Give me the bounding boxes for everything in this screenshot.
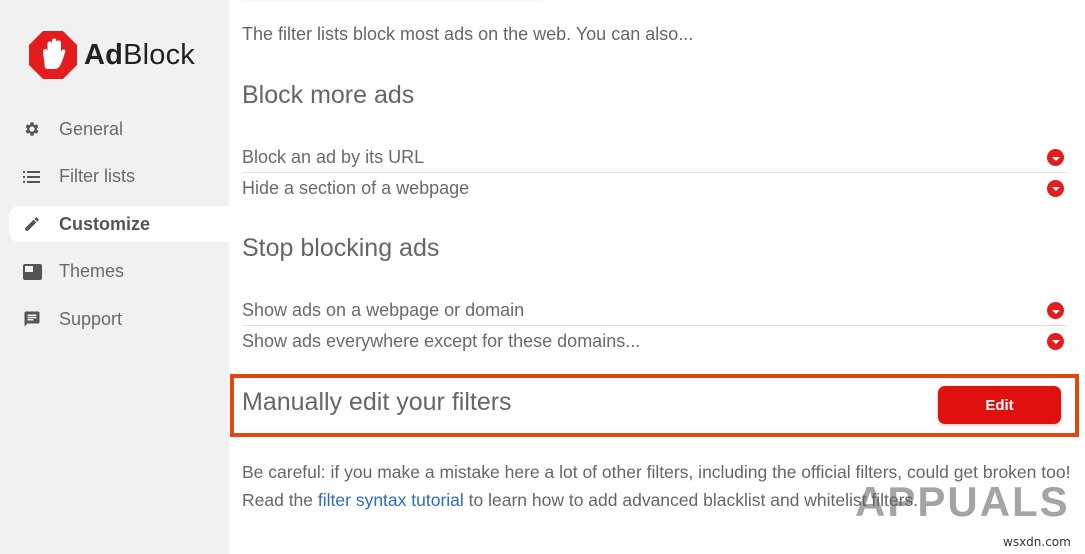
gear-icon — [22, 119, 42, 139]
themes-icon — [22, 262, 42, 282]
chevron-down-icon[interactable] — [1047, 302, 1064, 319]
chevron-down-icon[interactable] — [1047, 332, 1064, 350]
sidebar-item-filter-lists[interactable]: Filter lists — [9, 159, 229, 195]
brand-name: AdBlock — [84, 38, 195, 71]
chevron-down-icon[interactable] — [1047, 179, 1064, 197]
sidebar: AdBlock General Filter lists Customize T… — [0, 0, 229, 554]
edit-filters-button[interactable]: Edit — [938, 386, 1061, 424]
sidebar-item-themes[interactable]: Themes — [9, 254, 229, 290]
cutoff-header — [242, 0, 542, 2]
sidebar-nav: General Filter lists Customize Themes Su… — [9, 111, 229, 349]
row-label: Show ads on a webpage or domain — [242, 300, 525, 320]
intro-text: The filter lists block most ads on the w… — [242, 24, 694, 44]
hide-section-row[interactable]: Hide a section of a webpage — [242, 173, 1066, 203]
sidebar-item-general[interactable]: General — [9, 111, 229, 147]
show-ads-on-domain-row[interactable]: Show ads on a webpage or domain — [242, 296, 1066, 326]
row-label: Block an ad by its URL — [242, 147, 425, 167]
watermark-domain: wsxdn.com — [1003, 535, 1071, 549]
block-more-ads-heading: Block more ads — [242, 81, 415, 109]
list-icon — [22, 167, 42, 187]
pencil-icon — [22, 214, 42, 234]
block-ad-by-url-row[interactable]: Block an ad by its URL — [242, 143, 1066, 173]
row-label: Show ads everywhere except for these dom… — [242, 330, 641, 351]
stop-blocking-ads-heading: Stop blocking ads — [242, 234, 440, 262]
show-ads-everywhere-except-row[interactable]: Show ads everywhere except for these dom… — [242, 326, 1066, 356]
chevron-down-icon[interactable] — [1047, 149, 1064, 166]
sidebar-item-label: Support — [59, 308, 123, 329]
sidebar-item-support[interactable]: Support — [9, 301, 229, 337]
chat-icon — [22, 309, 42, 329]
manual-edit-highlight: Manually edit your filters Edit — [230, 374, 1079, 437]
adblock-logo[interactable]: AdBlock — [28, 30, 195, 80]
stop-hand-icon — [29, 31, 77, 79]
manual-edit-heading: Manually edit your filters — [242, 388, 512, 416]
sidebar-item-label: Themes — [59, 261, 125, 281]
row-label: Hide a section of a webpage — [242, 177, 470, 198]
appuals-watermark: APPUALS — [855, 478, 1070, 525]
sidebar-item-label: Filter lists — [59, 166, 135, 186]
sidebar-item-label: Customize — [59, 213, 151, 234]
filter-syntax-tutorial-link[interactable]: filter syntax tutorial — [318, 490, 464, 510]
sidebar-item-label: General — [59, 118, 124, 139]
sidebar-item-customize[interactable]: Customize — [9, 206, 229, 242]
